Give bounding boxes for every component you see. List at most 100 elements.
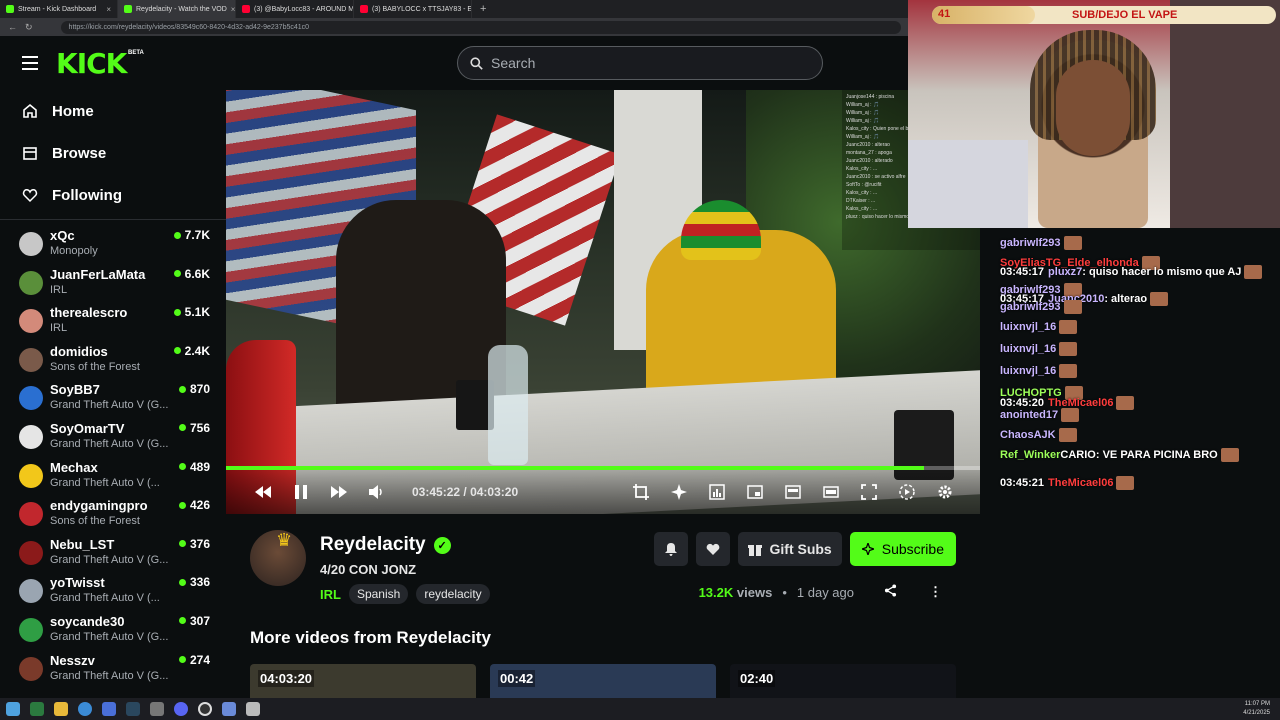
channel-viewers: 5.1K <box>173 305 210 319</box>
view-count: 13.2K views <box>698 584 773 600</box>
chat-text: : quiso hacer lo mismo que AJ <box>1082 265 1242 278</box>
category-link[interactable]: IRL <box>320 587 341 602</box>
file-explorer-icon[interactable] <box>54 702 68 716</box>
browser-tab[interactable]: Reydelacity - Watch the VOD × <box>118 0 236 18</box>
channel-category: Grand Theft Auto V (G... <box>50 669 169 682</box>
verified-badge-icon: ✓ <box>433 536 451 554</box>
shield-icon[interactable] <box>246 702 260 716</box>
chat-username[interactable]: gabriwlf293 <box>1000 301 1061 313</box>
streamer-name[interactable]: Reydelacity ✓ <box>320 534 451 556</box>
live-dot-icon <box>173 308 181 316</box>
notifications-button[interactable] <box>653 532 688 566</box>
reload-icon[interactable]: ↻ <box>25 22 33 33</box>
more-options-icon[interactable]: ⋮ <box>929 584 942 600</box>
sidebar-channel[interactable]: endygamingpro Sons of the Forest 426 <box>0 496 226 535</box>
kick-logo[interactable]: KICK <box>56 47 127 80</box>
chat-username[interactable]: luixnvjl_16 <box>1000 321 1056 333</box>
live-dot-icon <box>178 617 186 625</box>
video-water-bottle <box>488 345 528 465</box>
discord-icon[interactable] <box>174 702 188 716</box>
video-thumbnail[interactable]: 00:42 <box>490 664 716 698</box>
volume-icon[interactable] <box>368 483 386 501</box>
back-icon[interactable]: ← <box>8 22 17 32</box>
video-player[interactable]: Juanjose144 : piscina William_aj : 🎵 Willi… <box>226 90 980 514</box>
highlight-icon[interactable] <box>670 483 688 501</box>
windows-taskbar: 11:07 PM 4/21/2025 <box>0 698 1280 720</box>
share-icon[interactable] <box>884 584 897 600</box>
chat-username[interactable]: Ref_Winker <box>1000 449 1060 461</box>
channel-name: SoyBB7 <box>50 382 100 398</box>
rewind-icon[interactable] <box>254 483 272 501</box>
channel-viewers: 2.4K <box>173 344 210 358</box>
search-placeholder: Search <box>491 55 536 71</box>
chat-message: luixnvjl_16 <box>1000 364 1078 378</box>
fast-forward-icon[interactable] <box>330 483 348 501</box>
chat-username[interactable]: pluxz7 <box>1048 266 1082 278</box>
steam-icon[interactable] <box>126 702 140 716</box>
channel-name: therealescro <box>50 305 128 321</box>
browser-tab[interactable]: Stream - Kick Dashboard × <box>0 0 118 18</box>
sidebar-channel[interactable]: yoTwisst Grand Theft Auto V (... 336 <box>0 573 226 612</box>
theater-mode-icon[interactable] <box>822 483 840 501</box>
sidebar-channel[interactable]: xQc Monopoly 7.7K <box>0 226 226 265</box>
close-tab-icon[interactable]: × <box>231 5 235 14</box>
gift-subs-button[interactable]: Gift Subs <box>737 532 842 566</box>
chrome-icon[interactable] <box>78 702 92 716</box>
nav-following[interactable]: Following <box>0 174 226 216</box>
url-field[interactable]: https://kick.com/reydelacity/videos/8354… <box>60 20 901 34</box>
video-thumbnail[interactable]: 02:40 <box>730 664 956 698</box>
stats-icon[interactable] <box>708 483 726 501</box>
channel-category: Grand Theft Auto V (G... <box>50 399 169 412</box>
tag-language[interactable]: Spanish <box>348 584 409 604</box>
sidebar-channel[interactable]: Nebu_LST Grand Theft Auto V (G... 376 <box>0 535 226 574</box>
channel-name: yoTwisst <box>50 575 105 591</box>
sidebar-channel[interactable]: SoyOmarTV Grand Theft Auto V (G... 756 <box>0 419 226 458</box>
system-tray-clock[interactable]: 11:07 PM 4/21/2025 <box>1243 700 1270 718</box>
sidebar-channel[interactable]: SoyBB7 Grand Theft Auto V (G... 870 <box>0 380 226 419</box>
search-input[interactable]: Search <box>457 46 823 80</box>
app-icon-2[interactable] <box>150 702 164 716</box>
windows-start-icon[interactable] <box>6 702 20 716</box>
app-icon-3[interactable] <box>222 702 236 716</box>
cast-icon[interactable] <box>784 483 802 501</box>
miniplayer-icon[interactable] <box>746 483 764 501</box>
channel-name: Mechax <box>50 459 98 475</box>
clip-icon[interactable] <box>632 483 650 501</box>
tag-channel[interactable]: reydelacity <box>416 584 490 604</box>
sidebar-channel[interactable]: therealescro IRL 5.1K <box>0 303 226 342</box>
fullscreen-icon[interactable] <box>860 483 878 501</box>
app-icon-1[interactable] <box>102 702 116 716</box>
live-dot-icon <box>178 385 186 393</box>
sidebar-channel[interactable]: domidios Sons of the Forest 2.4K <box>0 342 226 381</box>
sidebar-channel[interactable]: JuanFerLaMata IRL 6.6K <box>0 265 226 304</box>
video-thumbnail[interactable]: 04:03:20 <box>250 664 476 698</box>
chat-username[interactable]: gabriwlf293 <box>1000 237 1061 249</box>
nav-browse[interactable]: Browse <box>0 132 226 174</box>
obs-icon[interactable] <box>198 702 212 716</box>
settings-gear-icon[interactable] <box>936 483 954 501</box>
video-age: 1 day ago <box>796 584 854 600</box>
chat-username[interactable]: luixnvjl_16 <box>1000 343 1056 355</box>
sidebar-channel[interactable]: Nesszv Grand Theft Auto V (G... 274 <box>0 651 226 690</box>
browser-tab[interactable]: (3) BABYLOCC x TTSJAY83 - EVIL× <box>354 0 472 18</box>
nav-browse-label: Browse <box>52 144 107 162</box>
close-tab-icon[interactable]: × <box>106 5 111 14</box>
subscribe-button[interactable]: Subscribe <box>849 532 956 566</box>
playback-speed-icon[interactable] <box>898 483 916 501</box>
follow-button[interactable] <box>695 532 730 566</box>
nav-home[interactable]: Home <box>0 90 226 132</box>
hamburger-menu-icon[interactable] <box>22 56 38 70</box>
chat-username[interactable]: anointed17 <box>1000 409 1058 421</box>
sidebar-channel[interactable]: soycande30 Grand Theft Auto V (G... 307 <box>0 612 226 651</box>
chat-username[interactable]: ChaosAJK <box>1000 429 1056 441</box>
new-tab-button[interactable]: + <box>472 3 494 15</box>
chat-username[interactable]: TheMicael06 <box>1048 477 1113 489</box>
webcam-bed <box>908 140 1028 228</box>
terminal-icon[interactable] <box>30 702 44 716</box>
channel-viewers: 307 <box>178 614 210 628</box>
pause-icon[interactable] <box>292 483 310 501</box>
chat-username[interactable]: luixnvjl_16 <box>1000 365 1056 377</box>
sidebar-channel[interactable]: Mechax Grand Theft Auto V (... 489 <box>0 458 226 497</box>
browser-tab[interactable]: (3) @BabyLocc83 - AROUND MY× <box>236 0 354 18</box>
sub-goal-count: 41 <box>938 8 951 20</box>
